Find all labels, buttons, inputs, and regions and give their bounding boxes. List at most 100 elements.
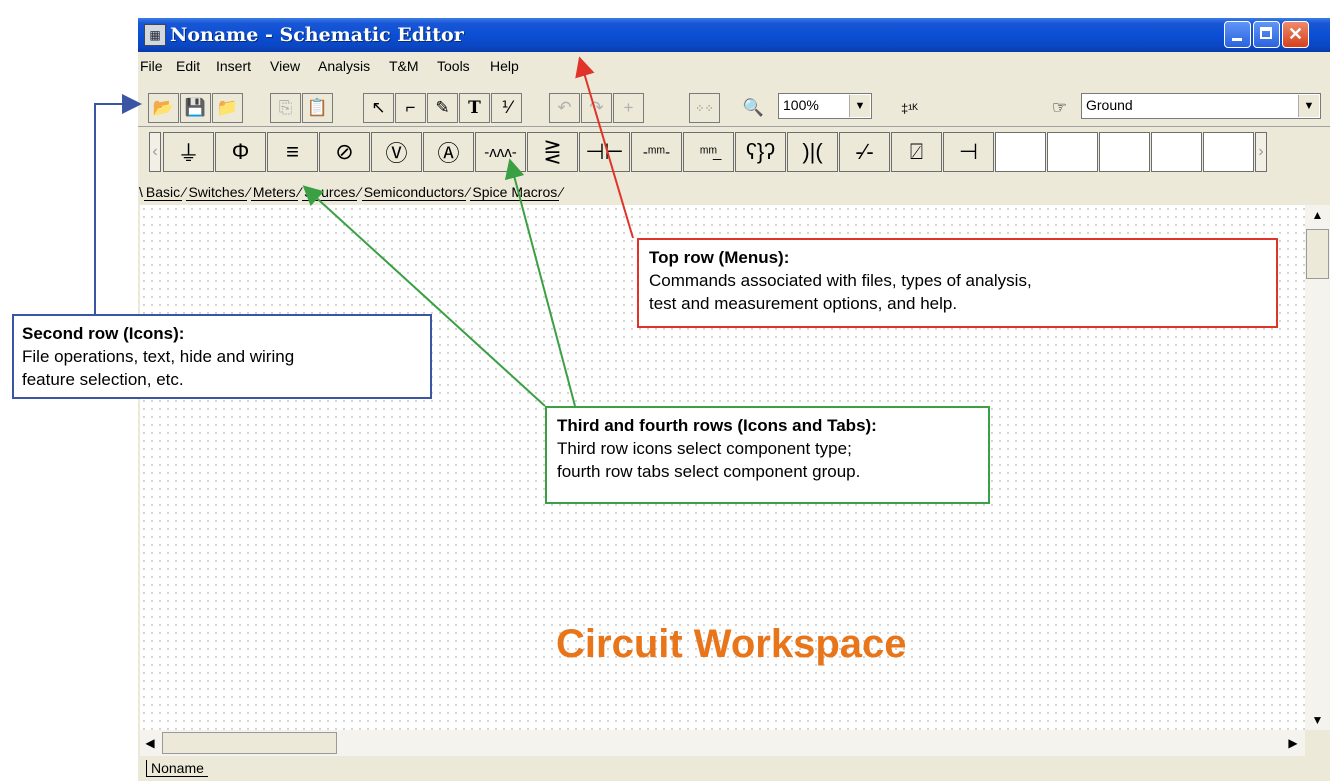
chevron-left-icon: ‹	[152, 143, 158, 160]
app-icon[interactable]: ▦	[144, 24, 166, 46]
callout-components: Third and fourth rows (Icons and Tabs): …	[545, 406, 990, 504]
component-group-tabs: \ Basic ∕ Switches ∕ Meters ∕ Sources ∕ Semicondu…	[139, 183, 563, 201]
title-bar[interactable]: ▦ Noname - Schematic Editor ✕	[138, 18, 1330, 52]
tab-spice-macros[interactable]: Spice Macros	[470, 183, 560, 201]
menu-tools[interactable]: Tools	[437, 58, 470, 74]
component-ammeter[interactable]: Ⓐ	[423, 132, 474, 172]
undo-button[interactable]: ↶	[549, 93, 580, 123]
scroll-left-icon[interactable]: ◀	[140, 730, 160, 756]
component-scroll-left[interactable]: ‹	[149, 132, 161, 172]
hide-toggle-button[interactable]: ⅟	[491, 93, 522, 123]
component-connector[interactable]: ⊣	[943, 132, 994, 172]
open-button[interactable]: 📁	[212, 93, 243, 123]
component-ground[interactable]: ⏚	[163, 132, 214, 172]
scroll-down-icon[interactable]: ▼	[1305, 710, 1330, 730]
callout-icons-line: feature selection, etc.	[22, 370, 184, 389]
scroll-up-icon[interactable]: ▲	[1305, 205, 1330, 225]
open-folder-button[interactable]: 📂	[148, 93, 179, 123]
component-slot[interactable]	[1099, 132, 1150, 172]
resistor-value-icon: ‡¹ᴷ	[900, 100, 919, 116]
component-select[interactable]: Ground ▼	[1081, 93, 1321, 119]
junction-button[interactable]: +	[613, 93, 644, 123]
menu-file[interactable]: File	[140, 58, 163, 74]
tab-sources[interactable]: Sources	[301, 183, 358, 201]
tab-meters[interactable]: Meters	[250, 183, 298, 201]
zoom-button[interactable]: 🔍	[738, 93, 769, 123]
callout-menus-line: test and measurement options, and help.	[649, 294, 958, 313]
paste-icon: 📋	[306, 98, 329, 117]
menu-edit[interactable]: Edit	[176, 58, 200, 74]
tab-basic[interactable]: Basic	[143, 183, 183, 201]
component-switch[interactable]: -∕-	[839, 132, 890, 172]
copy-button[interactable]: ⎘	[270, 93, 301, 123]
hand-pointer-icon: ☞	[1051, 98, 1068, 117]
scroll-thumb[interactable]	[1306, 229, 1329, 279]
close-button[interactable]: ✕	[1282, 21, 1309, 48]
callout-icons-line: File operations, text, hide and wiring	[22, 347, 295, 366]
component-ac-source[interactable]: ⊘	[319, 132, 370, 172]
scroll-thumb[interactable]	[162, 732, 337, 754]
component-slot[interactable]	[1203, 132, 1254, 172]
callout-components-line: Third row icons select component type;	[557, 439, 852, 458]
wire-tool[interactable]: ⌐	[395, 93, 426, 123]
tab-semiconductors[interactable]: Semiconductors	[361, 183, 467, 201]
menu-view[interactable]: View	[270, 58, 300, 74]
zoom-select[interactable]: 100% ▼	[778, 93, 872, 119]
menu-help[interactable]: Help	[490, 58, 519, 74]
paste-button[interactable]: 📋	[302, 93, 333, 123]
component-dc-source[interactable]: Φ	[215, 132, 266, 172]
callout-components-title: Third and fourth rows (Icons and Tabs):	[557, 416, 877, 435]
folder-icon: 📂	[152, 98, 175, 117]
dc-source-icon: Φ	[231, 139, 250, 164]
icons-arrow	[94, 94, 142, 314]
transformer-icon: ʕ}ʔ	[745, 139, 776, 164]
component-transformer-2[interactable]: )|(	[787, 132, 838, 172]
component-battery[interactable]: ≡	[267, 132, 318, 172]
workspace-label: Circuit Workspace	[556, 622, 907, 666]
maximize-button[interactable]	[1253, 21, 1280, 48]
resistor-value-button[interactable]: ‡¹ᴷ	[894, 93, 925, 123]
horizontal-scrollbar[interactable]: ◀ ▶	[140, 730, 1305, 756]
save-button[interactable]: 💾	[180, 93, 211, 123]
component-slot[interactable]	[1047, 132, 1098, 172]
component-voltmeter[interactable]: Ⓥ	[371, 132, 422, 172]
zoom-icon: 🔍	[742, 98, 765, 117]
component-inductor-core[interactable]: ᵐᵐ̲	[683, 132, 734, 172]
ammeter-icon: Ⓐ	[437, 141, 460, 166]
component-slot[interactable]	[1151, 132, 1202, 172]
pointer-tool[interactable]: ↖	[363, 93, 394, 123]
menu-insert[interactable]: Insert	[216, 58, 251, 74]
callout-icons: Second row (Icons): File operations, tex…	[12, 314, 432, 399]
component-potentiometer[interactable]: ⍁	[891, 132, 942, 172]
component-transformer[interactable]: ʕ}ʔ	[735, 132, 786, 172]
pencil-tool[interactable]: ✎	[427, 93, 458, 123]
scroll-right-icon[interactable]: ▶	[1283, 730, 1303, 756]
tab-switches[interactable]: Switches	[186, 183, 247, 201]
window-title: Noname - Schematic Editor	[170, 24, 464, 46]
close-icon: ✕	[1287, 24, 1304, 44]
component-capacitor[interactable]: ⊣⊢	[579, 132, 630, 172]
callout-icons-title: Second row (Icons):	[22, 324, 185, 343]
text-tool[interactable]: T	[459, 93, 490, 123]
component-slot[interactable]	[995, 132, 1046, 172]
ac-source-icon: ⊘	[335, 139, 354, 164]
menu-tm[interactable]: T&M	[389, 58, 419, 74]
minimize-button[interactable]	[1224, 21, 1251, 48]
menu-analysis[interactable]: Analysis	[318, 58, 370, 74]
component-scroll-right[interactable]: ›	[1255, 132, 1267, 172]
pencil-icon: ✎	[435, 98, 450, 117]
place-component-button[interactable]: ☞	[1044, 93, 1075, 123]
maximize-icon	[1260, 27, 1272, 39]
component-variable-resistor[interactable]: ⋛	[527, 132, 578, 172]
chevron-down-icon: ▼	[1298, 95, 1319, 117]
junction-icon: +	[623, 98, 634, 117]
capacitor-icon: ⊣⊢	[585, 139, 624, 164]
vertical-scrollbar[interactable]: ▲ ▼	[1305, 205, 1330, 730]
callout-menus: Top row (Menus): Commands associated wit…	[637, 238, 1278, 328]
component-resistor[interactable]: -ʌʌʌ-	[475, 132, 526, 172]
redo-button[interactable]: ↷	[581, 93, 612, 123]
component-inductor[interactable]: -ᵐᵐ-	[631, 132, 682, 172]
sheet-tab[interactable]: Noname	[146, 760, 208, 777]
grid-button[interactable]: ⁘⁘	[689, 93, 720, 123]
battery-icon: ≡	[286, 139, 299, 164]
